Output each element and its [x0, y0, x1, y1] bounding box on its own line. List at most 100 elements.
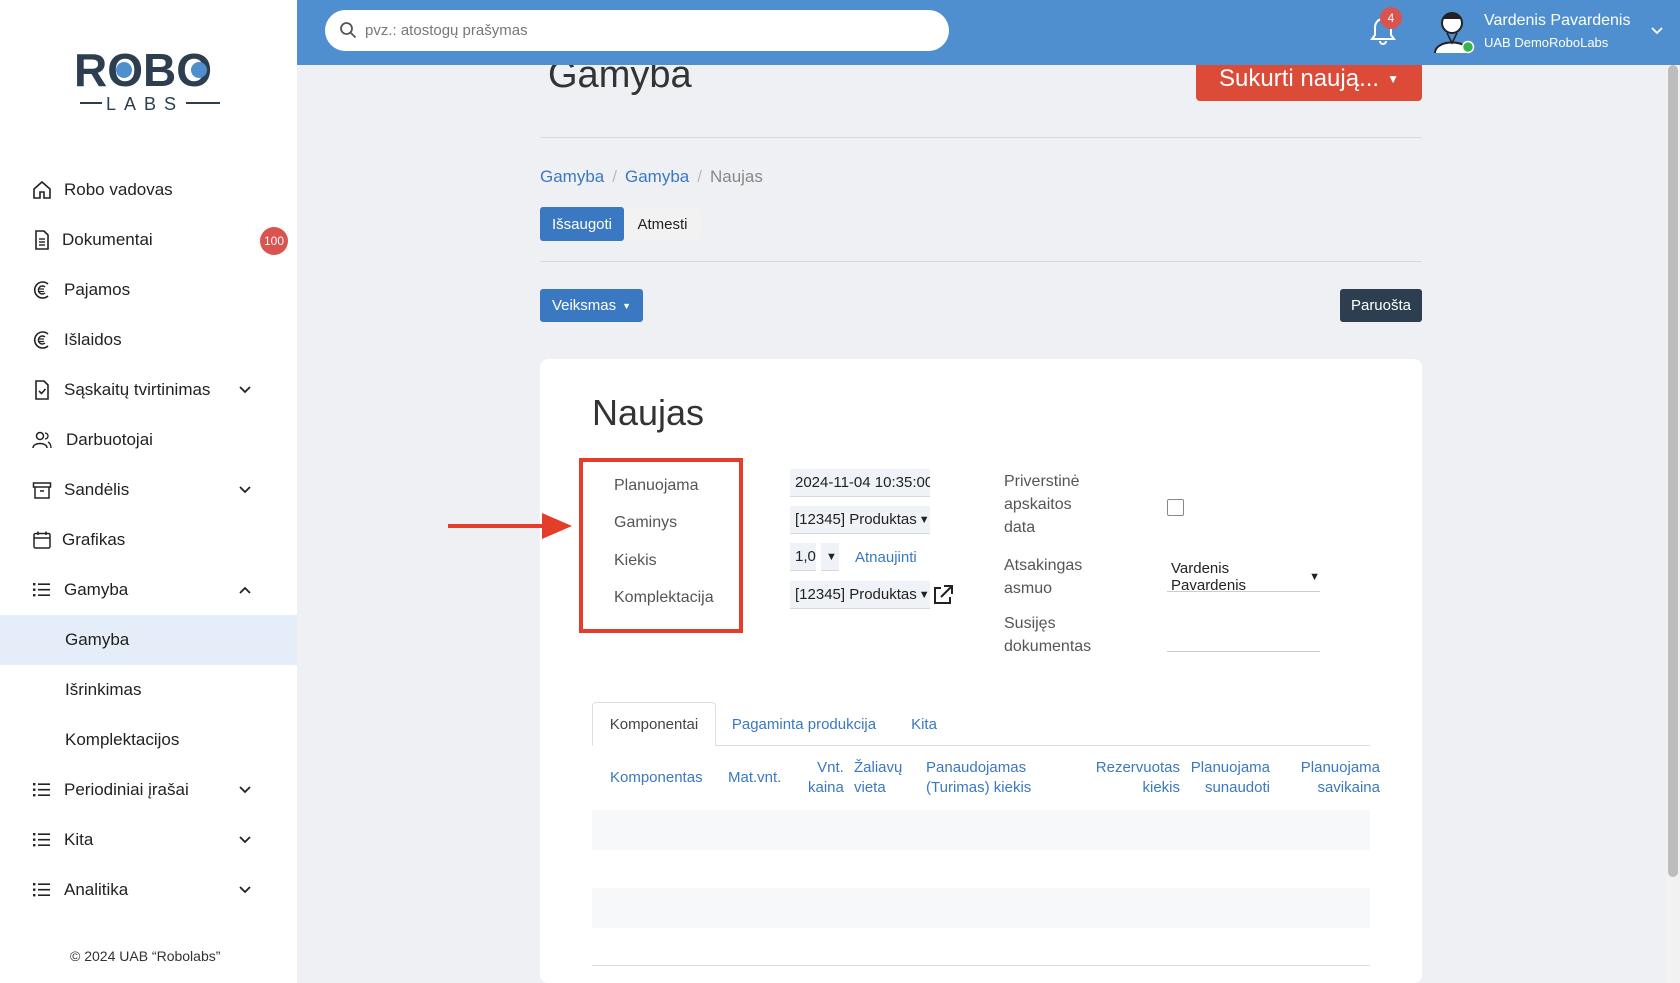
- col-header-line: (Turimas) kiekis: [926, 779, 1032, 796]
- external-link-icon[interactable]: [932, 584, 954, 606]
- search-input[interactable]: [365, 18, 925, 43]
- col-header-komponentas[interactable]: Komponentas: [610, 768, 703, 788]
- chevron-down-icon: [239, 786, 251, 794]
- tab-komponentai[interactable]: Komponentai: [592, 702, 716, 746]
- nav-label: Pajamos: [64, 280, 131, 299]
- nav-pajamos[interactable]: Pajamos: [0, 265, 297, 315]
- nav-sub-gamyba[interactable]: Gamyba: [0, 615, 297, 665]
- home-icon: [33, 180, 51, 199]
- page-scrollbar[interactable]: [1666, 65, 1680, 983]
- nav-islaidos[interactable]: Išlaidos: [0, 315, 297, 365]
- label-line: apskaitos: [1004, 496, 1072, 513]
- nav-robo-vadovas[interactable]: Robo vadovas: [0, 165, 297, 215]
- search-icon: [340, 22, 357, 39]
- nav-label: Išlaidos: [64, 330, 122, 349]
- col-header-line: vieta: [854, 779, 886, 796]
- nav-label: Gamyba: [64, 580, 129, 599]
- col-header-panaudojamas-kiekis[interactable]: Panaudojamas (Turimas) kiekis: [926, 758, 1031, 798]
- responsible-person-select[interactable]: Vardenis Pavardenis ▼: [1167, 559, 1320, 594]
- scrollbar-thumb[interactable]: [1668, 65, 1678, 877]
- col-header-line: savikaina: [1317, 779, 1380, 796]
- forced-date-checkbox[interactable]: [1167, 499, 1184, 516]
- user-company: UAB DemoRoboLabs: [1484, 35, 1609, 50]
- archive-icon: [32, 482, 52, 499]
- bom-select[interactable]: [12345] Produktas ▼: [790, 581, 930, 609]
- label-line: data: [1004, 519, 1036, 536]
- tab-kita[interactable]: Kita: [892, 702, 956, 746]
- action-dropdown-button[interactable]: Veiksmas ▼: [540, 289, 643, 322]
- label-product: Gaminys: [614, 514, 678, 531]
- save-button[interactable]: Išsaugoti: [540, 207, 624, 241]
- production-form-card: Naujas Planuojama Gaminys Kiekis Komplek…: [448, 359, 1422, 983]
- robolabs-logo[interactable]: ROBO LABS: [74, 42, 224, 118]
- list-icon: [33, 583, 50, 597]
- table-row: [592, 810, 1370, 850]
- user-avatar-icon[interactable]: [1430, 7, 1476, 55]
- nav-gamyba[interactable]: Gamyba: [0, 565, 297, 615]
- calendar-icon: [33, 531, 51, 549]
- product-value: [12345] Produktas: [795, 511, 917, 528]
- label-bom: Komplektacija: [614, 589, 714, 606]
- discard-button[interactable]: Atmesti: [624, 207, 701, 241]
- action-label: Veiksmas: [551, 297, 617, 314]
- nav-darbuotojai[interactable]: Darbuotojai: [0, 415, 297, 465]
- list-icon: [33, 783, 50, 797]
- sidebar: ROBO LABS Robo vadovas Dokumentai 100 Pa…: [0, 0, 297, 983]
- nav-periodiniai-irasai[interactable]: Periodiniai įrašai: [0, 765, 297, 815]
- breadcrumb-gamyba-1[interactable]: Gamyba: [540, 167, 604, 186]
- nav-analitika[interactable]: Analitika: [0, 865, 297, 915]
- nav-kita[interactable]: Kita: [0, 815, 297, 865]
- euro-in-icon: [33, 281, 49, 299]
- nav-grafikas[interactable]: Grafikas: [0, 515, 297, 565]
- tab-pagaminta-produkcija[interactable]: Pagaminta produkcija: [716, 702, 892, 746]
- file-check-icon: [35, 380, 49, 400]
- uom-select[interactable]: ▼: [821, 543, 839, 571]
- nav-label: Išrinkimas: [65, 680, 142, 699]
- nav-label: Sąskaitų tvirtinimas: [64, 380, 211, 399]
- breadcrumb-gamyba-2[interactable]: Gamyba: [625, 167, 689, 186]
- related-document-field[interactable]: [1167, 622, 1320, 652]
- col-header-mat-vnt[interactable]: Mat.vnt.: [728, 768, 781, 788]
- nav-sub-isrinkimas[interactable]: Išrinkimas: [0, 665, 297, 715]
- chevron-down-icon: [239, 386, 251, 394]
- product-select[interactable]: [12345] Produktas ▼: [790, 506, 930, 534]
- nav-label: Sandėlis: [64, 480, 130, 499]
- label-line: asmuo: [1004, 580, 1053, 597]
- breadcrumb: Gamyba / Gamyba / Naujas: [540, 167, 763, 187]
- breadcrumb-separator: /: [697, 167, 702, 186]
- breadcrumb-current: Naujas: [709, 167, 763, 186]
- refresh-link[interactable]: Atnaujinti: [855, 549, 917, 566]
- nav-sandelis[interactable]: Sandėlis: [0, 465, 297, 515]
- nav-saskaitu-tvirtinimas[interactable]: Sąskaitų tvirtinimas: [0, 365, 297, 415]
- col-header-zaliavu-vieta[interactable]: Žaliavų vieta: [854, 758, 902, 798]
- label-line: Susijęs: [1004, 615, 1056, 632]
- responsible-value: Vardenis Pavardenis: [1171, 559, 1247, 594]
- col-header-vnt-kaina[interactable]: Vnt. kaina: [808, 758, 844, 798]
- logo-labs-text: LABS: [106, 94, 184, 114]
- nav-label: Gamyba: [65, 630, 130, 649]
- nav-sub-komplektacijos[interactable]: Komplektacijos: [0, 715, 297, 765]
- nav-label: Periodiniai įrašai: [64, 780, 189, 799]
- list-icon: [33, 833, 50, 847]
- planned-date-field[interactable]: 2024-11-04 10:35:00: [790, 469, 930, 497]
- quantity-field[interactable]: 1,0: [790, 543, 816, 571]
- divider: [540, 137, 1422, 138]
- annotation-arrow-icon: [448, 513, 572, 539]
- bom-value: [12345] Produktas: [795, 586, 917, 603]
- quantity-value: 1,0: [795, 548, 816, 565]
- caret-down-icon: ▼: [1309, 570, 1320, 583]
- status-ready-badge[interactable]: Paruošta: [1340, 289, 1422, 322]
- col-header-line: Panaudojamas: [926, 759, 1027, 776]
- nav-dokumentai[interactable]: Dokumentai 100: [0, 215, 297, 265]
- nav-label: Komplektacijos: [65, 730, 180, 749]
- label-planned: Planuojama: [614, 477, 699, 494]
- document-icon: [35, 230, 49, 250]
- label-line: Atsakingas: [1004, 557, 1083, 574]
- col-header-planuojama-savikaina[interactable]: Planuojama savikaina: [1250, 758, 1380, 798]
- user-name[interactable]: Vardenis Pavardenis: [1484, 12, 1630, 30]
- caret-down-icon: ▼: [918, 588, 930, 601]
- caret-down-icon: ▼: [826, 550, 837, 563]
- notification-count-badge: 4: [1380, 7, 1402, 29]
- search-box[interactable]: [325, 10, 949, 51]
- chevron-down-icon[interactable]: [1650, 25, 1664, 37]
